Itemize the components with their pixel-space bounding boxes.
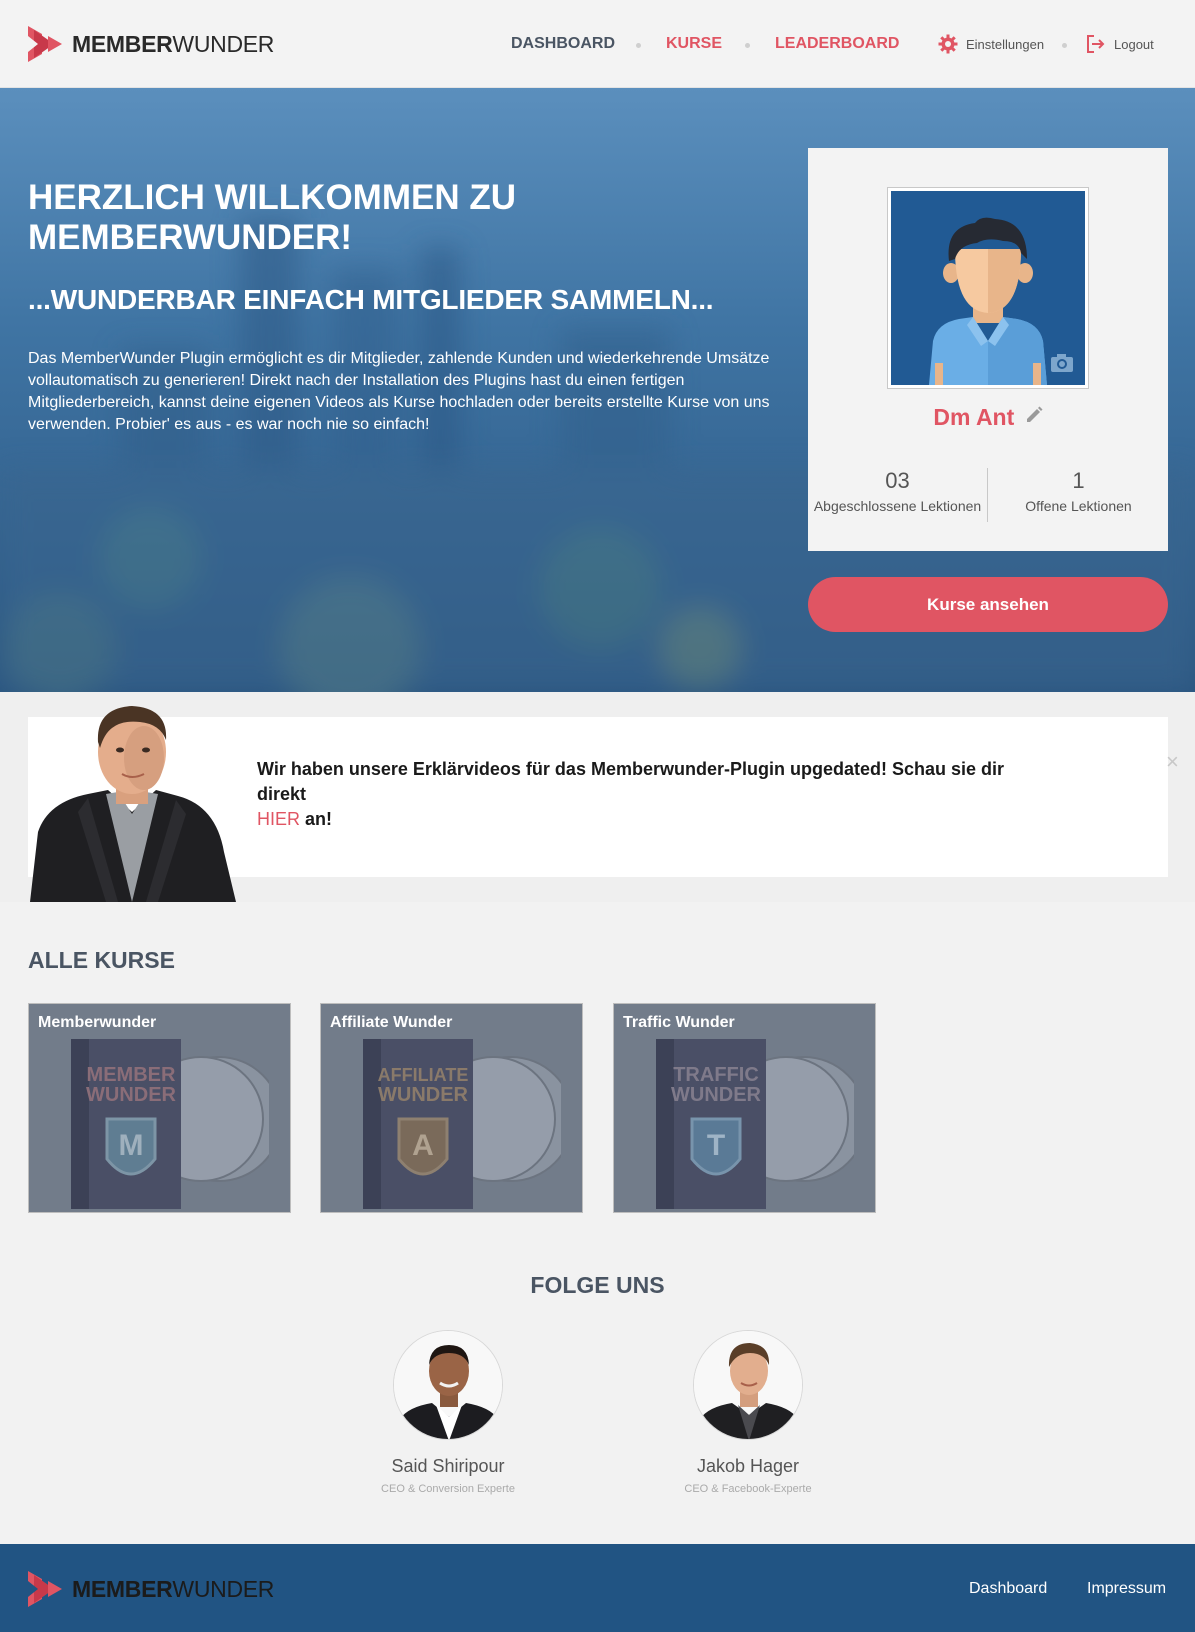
logo-mark-icon: [28, 1571, 62, 1607]
box-line1: TRAFFIC: [673, 1064, 759, 1086]
open-lessons-stat: 1 Offene Lektionen: [989, 468, 1168, 514]
user-avatar-icon: [929, 217, 1073, 385]
box-line2: WUNDER: [378, 1084, 469, 1106]
notice-section: × Wir haben unsere Erklärvideos für das …: [0, 692, 1195, 902]
box-line2: WUNDER: [671, 1084, 762, 1106]
footer: MEMBERWUNDER Dashboard Impressum: [0, 1544, 1195, 1632]
person-name: Said Shiripour: [391, 1456, 505, 1476]
course-card-traffic-wunder[interactable]: Traffic Wunder TRAFFIC WUNDER T: [613, 1003, 876, 1213]
person-name: Jakob Hager: [696, 1456, 800, 1476]
course-box-image: TRAFFIC WUNDER T: [656, 1039, 854, 1209]
hero-title: HERZLICH WILLKOMMEN ZU MEMBERWUNDER!: [28, 178, 516, 257]
logo-text: MEMBERWUNDER: [72, 1575, 275, 1602]
avatar[interactable]: [887, 187, 1089, 389]
nav-logout-label: Logout: [1114, 36, 1154, 52]
nav-kurse[interactable]: KURSE: [666, 35, 722, 53]
nav-separator: [1062, 43, 1067, 48]
nav-logout[interactable]: Logout: [1086, 34, 1154, 54]
footer-link-dashboard[interactable]: Dashboard: [969, 1580, 1047, 1598]
person-card-said-shiripour[interactable]: Said Shiripour CEO & Conversion Experte: [348, 1330, 548, 1495]
open-lessons-label: Offene Lektionen: [1025, 498, 1132, 514]
course-card-affiliate-wunder[interactable]: Affiliate Wunder AFFILIATE WUNDER A: [320, 1003, 583, 1213]
box-letter: T: [707, 1129, 725, 1162]
box-line2: WUNDER: [86, 1084, 177, 1106]
nav-separator: [745, 43, 750, 48]
hero-description: Das MemberWunder Plugin ermöglicht es di…: [28, 350, 770, 433]
nav-leaderboard[interactable]: LEADERBOARD: [775, 35, 899, 53]
box-line1: AFFILIATE: [378, 1065, 469, 1085]
completed-lessons-label: Abgeschlossene Lektionen: [813, 498, 982, 514]
stat-divider: [987, 468, 988, 522]
main-nav: DASHBOARD KURSE LEADERBOARD Einstellunge…: [0, 34, 1195, 55]
course-title: Memberwunder: [38, 1014, 157, 1031]
course-title: Affiliate Wunder: [330, 1014, 453, 1031]
course-title: Traffic Wunder: [623, 1014, 735, 1031]
close-icon[interactable]: ×: [1166, 751, 1179, 773]
view-courses-button[interactable]: Kurse ansehen: [808, 577, 1168, 632]
person-role: CEO & Facebook-Experte: [684, 1483, 812, 1495]
box-letter: A: [412, 1129, 434, 1162]
notice-message: Wir haben unsere Erklärvideos für das Me…: [257, 757, 1057, 832]
nav-separator: [636, 43, 641, 48]
completed-lessons-stat: 03 Abgeschlossene Lektionen: [808, 468, 987, 514]
course-box-image: AFFILIATE WUNDER A: [363, 1039, 561, 1209]
profile-name: Dm Ant: [808, 404, 1168, 431]
notice-here-link[interactable]: HIER: [257, 809, 300, 829]
open-lessons-count: 1: [1072, 468, 1085, 493]
course-card-memberwunder[interactable]: Memberwunder MEMBER WUNDER M: [28, 1003, 291, 1213]
person-photo: [693, 1330, 803, 1440]
hero-subtitle: ...WUNDERBAR EINFACH MITGLIEDER SAMMELN.…: [28, 284, 714, 315]
logout-icon: [1087, 35, 1105, 53]
profile-card: Dm Ant 03 Abgeschlossene Lektionen 1 Off…: [808, 148, 1168, 551]
notice-text-before: Wir haben unsere Erklärvideos für das Me…: [257, 759, 1004, 804]
follow-section-title: FOLGE UNS: [530, 1272, 665, 1298]
person-role: CEO & Conversion Experte: [381, 1483, 515, 1495]
presenter-photo: [28, 702, 236, 902]
completed-lessons-count: 03: [885, 468, 910, 493]
nav-dashboard[interactable]: DASHBOARD: [511, 35, 615, 53]
header: MEMBERWUNDER DASHBOARD KURSE LEADERBOARD: [0, 0, 1195, 88]
profile-name-label: Dm Ant: [933, 404, 1015, 430]
edit-pencil-icon[interactable]: [1025, 406, 1043, 424]
footer-link-impressum[interactable]: Impressum: [1087, 1580, 1166, 1598]
box-letter: M: [119, 1129, 144, 1162]
nav-settings-label: Einstellungen: [966, 36, 1045, 52]
box-line1: MEMBER: [87, 1064, 176, 1086]
notice-text-after: an!: [305, 809, 333, 829]
footer-logo[interactable]: MEMBERWUNDER: [28, 1571, 274, 1607]
person-photo: [393, 1330, 503, 1440]
course-box-image: MEMBER WUNDER M: [71, 1039, 269, 1209]
courses-section-title: ALLE KURSE: [28, 947, 175, 973]
hero-section: HERZLICH WILLKOMMEN ZU MEMBERWUNDER! ...…: [0, 88, 1195, 692]
person-card-jakob-hager[interactable]: Jakob Hager CEO & Facebook-Experte: [648, 1330, 848, 1495]
lesson-stats: 03 Abgeschlossene Lektionen 1 Offene Lek…: [808, 468, 1168, 524]
nav-settings[interactable]: Einstellungen: [938, 34, 1044, 54]
gear-icon: [938, 34, 958, 54]
